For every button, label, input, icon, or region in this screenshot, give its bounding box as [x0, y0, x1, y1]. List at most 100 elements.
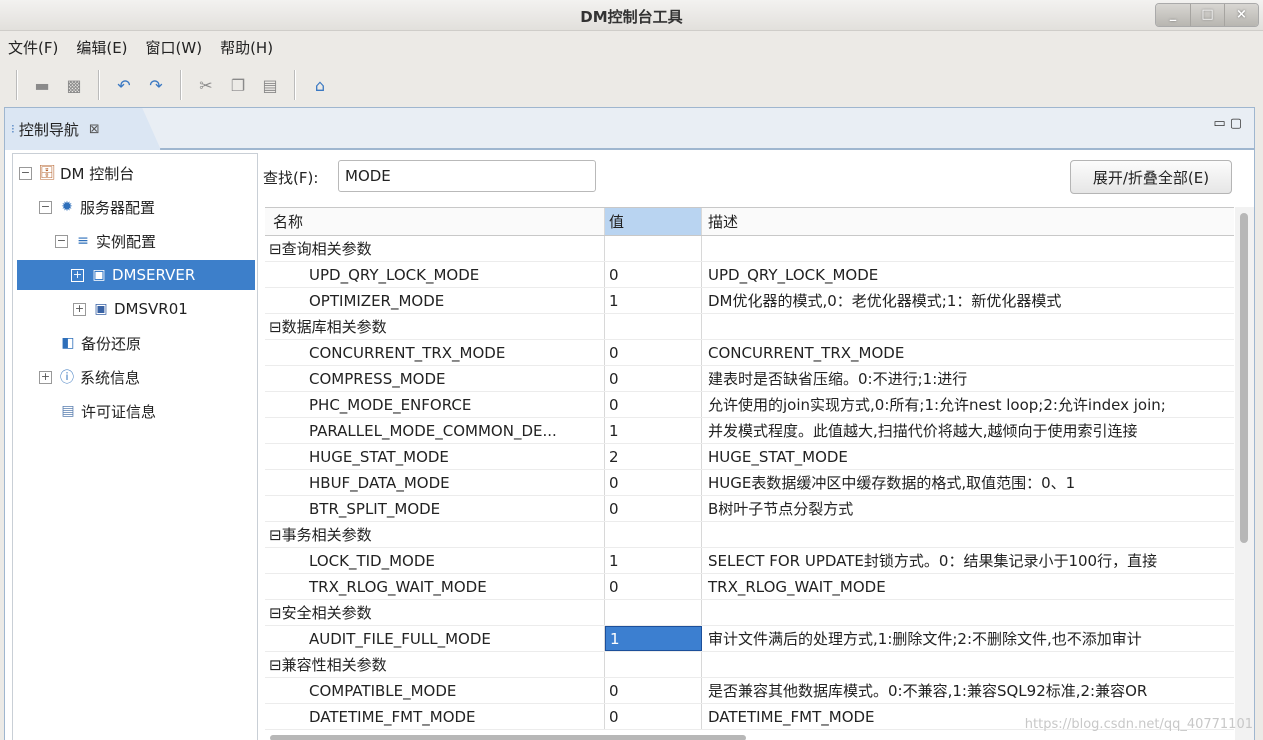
tree-node[interactable]: + ▣ DMSERVER [17, 260, 255, 290]
expand-toggle-icon[interactable]: − [55, 234, 68, 248]
close-button[interactable]: × [1224, 4, 1258, 26]
param-value[interactable]: 0 [605, 340, 702, 365]
param-value[interactable]: 0 [605, 574, 702, 599]
group-row[interactable]: ⊟兼容性相关参数 [265, 652, 1234, 678]
window-title: DM控制台工具 [580, 8, 683, 26]
maximize-button[interactable]: □ [1190, 4, 1224, 26]
title-bar: DM控制台工具 _ □ × [0, 0, 1263, 31]
expand-toggle-icon[interactable]: + [39, 370, 52, 384]
tab-control-navigation[interactable]: ⁝ 控制导航 ⊠ [5, 108, 161, 150]
table-row[interactable]: BTR_SPLIT_MODE 0 B树叶子节点分裂方式 [265, 496, 1234, 522]
watermark: https://blog.csdn.net/qq_40771101 [1024, 717, 1253, 732]
tab-strip: ⁝ 控制导航 ⊠ ▭▢ [5, 108, 1254, 150]
tree-node-label: 备份还原 [81, 334, 142, 353]
expand-toggle-icon[interactable]: − [19, 166, 32, 180]
copy-icon[interactable]: ❐ [224, 71, 252, 99]
cut-icon[interactable]: ✂ [192, 71, 220, 99]
horizontal-scrollbar[interactable] [270, 735, 746, 740]
menu-help[interactable]: 帮助(H) [220, 37, 273, 58]
param-value[interactable]: 0 [605, 678, 702, 703]
param-value[interactable]: 2 [605, 444, 702, 469]
table-row[interactable]: AUDIT_FILE_FULL_MODE 1 审计文件满后的处理方式,1:删除文件;… [265, 626, 1234, 652]
param-description: UPD_QRY_LOCK_MODE [708, 265, 879, 284]
toolbar: ▬ ▩ ↶ ↷ ✂ ❐ ▤ ⌂ [0, 63, 1263, 107]
param-value [605, 314, 702, 339]
param-value[interactable]: 1 [605, 288, 702, 313]
panel-controls[interactable]: ▭▢ [1213, 116, 1246, 131]
param-description: HUGE_STAT_MODE [708, 447, 848, 466]
table-row[interactable]: COMPATIBLE_MODE 0 是否兼容其他数据库模式。0:不兼容,1:兼容SQ… [265, 678, 1234, 704]
table-row[interactable]: TRX_RLOG_WAIT_MODE 0 TRX_RLOG_WAIT_MODE [265, 574, 1234, 600]
param-description [702, 652, 1234, 677]
column-header[interactable]: 名称 [265, 208, 605, 235]
param-value[interactable]: 0 [605, 496, 702, 521]
expand-collapse-all-button[interactable]: 展开/折叠全部(E) [1070, 160, 1232, 194]
redo-icon[interactable]: ↷ [142, 71, 170, 99]
table-header: 名称值描述 [265, 208, 1234, 236]
tree-node[interactable]: ▤ 许可证信息 [59, 396, 156, 426]
column-header[interactable]: 描述 [702, 208, 1234, 235]
tree-node[interactable]: + ⓘ 系统信息 [39, 362, 140, 392]
save-icon[interactable]: ▬ [28, 71, 56, 99]
toolbar-separator [16, 70, 18, 100]
undo-icon[interactable]: ↶ [110, 71, 138, 99]
table-row[interactable]: HBUF_DATA_MODE 0 HUGE表数据缓冲区中缓存数据的格式,取值范围：0… [265, 470, 1234, 496]
param-value[interactable]: 0 [605, 262, 702, 287]
tree-node[interactable]: − 🗄 DM 控制台 [19, 158, 134, 188]
group-row[interactable]: ⊟安全相关参数 [265, 600, 1234, 626]
param-name: CONCURRENT_TRX_MODE [265, 340, 605, 365]
table-row[interactable]: UPD_QRY_LOCK_MODE 0 UPD_QRY_LOCK_MODE [265, 262, 1234, 288]
param-description [702, 236, 1234, 261]
group-row[interactable]: ⊟事务相关参数 [265, 522, 1234, 548]
table-row[interactable]: PARALLEL_MODE_COMMON_DE... 1 并发模式程度。此值越大,扫… [265, 418, 1234, 444]
search-input[interactable] [338, 160, 596, 192]
info-icon: ⓘ [60, 370, 74, 386]
table-row[interactable]: COMPRESS_MODE 0 建表时是否缺省压缩。0:不进行;1:进行 [265, 366, 1234, 392]
group-row[interactable]: ⊟数据库相关参数 [265, 314, 1234, 340]
table-row[interactable]: PHC_MODE_ENFORCE 0 允许使用的join实现方式,0:所有;1:允许… [265, 392, 1234, 418]
paste-icon[interactable]: ▤ [256, 71, 284, 99]
tree-node-label: DM 控制台 [60, 164, 135, 183]
param-description: B树叶子节点分裂方式 [708, 500, 854, 518]
backup-icon: ◧ [61, 335, 75, 351]
param-value[interactable]: 0 [605, 366, 702, 391]
param-value[interactable]: 1 [605, 548, 702, 573]
param-value[interactable]: 1 [605, 418, 702, 443]
expand-toggle-icon[interactable]: + [73, 302, 86, 316]
tree-node[interactable]: ◧ 备份还原 [59, 328, 141, 358]
param-name: HBUF_DATA_MODE [265, 470, 605, 495]
vertical-scrollbar[interactable] [1235, 207, 1254, 740]
param-description: 允许使用的join实现方式,0:所有;1:允许nest loop;2:允许ind… [708, 396, 1166, 414]
param-name: PHC_MODE_ENFORCE [265, 392, 605, 417]
table-row[interactable]: LOCK_TID_MODE 1 SELECT FOR UPDATE封锁方式。0：结果… [265, 548, 1234, 574]
param-value[interactable]: 0 [605, 704, 702, 729]
table-row[interactable]: OPTIMIZER_MODE 1 DM优化器的模式,0：老优化器模式;1：新优化器模… [265, 288, 1234, 314]
expand-toggle-icon[interactable]: + [71, 268, 84, 282]
param-name: BTR_SPLIT_MODE [265, 496, 605, 521]
param-value[interactable]: 1 [605, 626, 702, 651]
param-value [605, 652, 702, 677]
column-header[interactable]: 值 [605, 208, 702, 235]
table-row[interactable]: CONCURRENT_TRX_MODE 0 CONCURRENT_TRX_MODE [265, 340, 1234, 366]
menu-edit[interactable]: 编辑(E) [76, 37, 127, 58]
expand-toggle-icon[interactable]: − [39, 200, 52, 214]
param-value[interactable]: 0 [605, 470, 702, 495]
close-tab-icon[interactable]: ⊠ [89, 122, 100, 137]
minimize-button[interactable]: _ [1156, 4, 1190, 26]
group-row[interactable]: ⊟查询相关参数 [265, 236, 1234, 262]
table-row[interactable]: HUGE_STAT_MODE 2 HUGE_STAT_MODE [265, 444, 1234, 470]
menu-window[interactable]: 窗口(W) [146, 37, 203, 58]
tree-node[interactable]: − ✹ 服务器配置 [39, 192, 155, 222]
scrollbar-thumb[interactable] [1240, 213, 1248, 543]
menu-file[interactable]: 文件(F) [8, 37, 58, 58]
navigation-tree: − 🗄 DM 控制台 − ✹ 服务器配置 − ≡ 实例配置 + ▣ DMSERVER + ▣ DMSVR01… [12, 153, 258, 740]
home-icon[interactable]: ⌂ [306, 71, 334, 99]
param-description: 建表时是否缺省压缩。0:不进行;1:进行 [708, 370, 968, 388]
tree-node[interactable]: − ≡ 实例配置 [55, 226, 156, 256]
parameter-content: 查找(F): 展开/折叠全部(E) 名称值描述⊟查询相关参数UPD_QRY_LO… [260, 153, 1254, 740]
param-value [605, 236, 702, 261]
menu-bar: 文件(F) 编辑(E) 窗口(W) 帮助(H) [0, 31, 1263, 63]
save-all-icon[interactable]: ▩ [60, 71, 88, 99]
tree-node[interactable]: + ▣ DMSVR01 [73, 294, 188, 324]
param-value[interactable]: 0 [605, 392, 702, 417]
